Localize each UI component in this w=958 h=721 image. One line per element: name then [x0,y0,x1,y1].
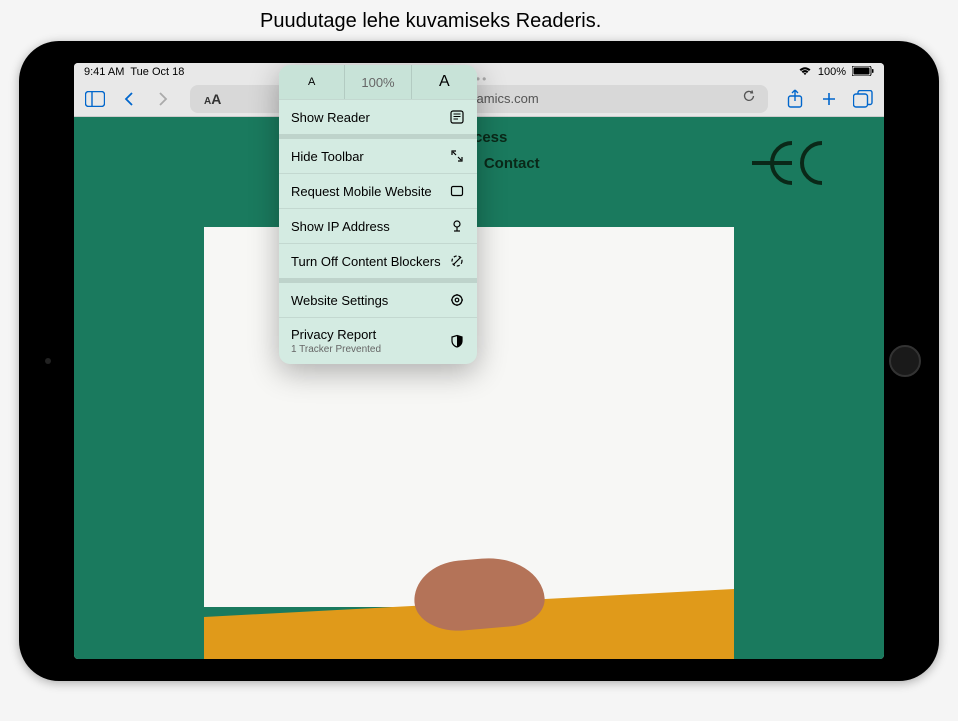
safari-toolbar: ••• AA [74,81,884,117]
page-settings-menu: A 100% A Show Reader Hide Toolbar [279,65,477,364]
battery-icon [852,66,874,79]
menu-label: Privacy Report [291,327,381,342]
new-tab-button[interactable] [816,86,842,112]
menu-label: Turn Off Content Blockers [291,254,441,269]
gear-icon [449,292,465,308]
back-button[interactable] [116,86,142,112]
menu-label: Show Reader [291,110,370,125]
home-button[interactable] [889,345,921,377]
screen: 9:41 AM Tue Oct 18 100% ••• [74,63,884,659]
menu-request-mobile[interactable]: Request Mobile Website [279,173,477,208]
zoom-level: 100% [345,65,411,99]
aa-large-icon: A [211,91,221,107]
menu-show-reader[interactable]: Show Reader [279,99,477,134]
menu-website-settings[interactable]: Website Settings [279,278,477,317]
page-settings-button[interactable]: AA [198,91,227,107]
location-icon [449,218,465,234]
menu-privacy-report[interactable]: Privacy Report 1 Tracker Prevented [279,317,477,364]
tabs-button[interactable] [850,86,876,112]
status-time: 9:41 AM [84,66,124,78]
sidebar-button[interactable] [82,86,108,112]
shield-icon [449,333,465,349]
aa-small-icon: A [204,96,211,107]
small-a-icon: A [308,76,315,88]
large-a-icon: A [439,73,450,91]
status-date: Tue Oct 18 [130,66,184,78]
mobile-icon [449,183,465,199]
menu-label: Website Settings [291,293,388,308]
web-content: cess Shop Contact [74,117,884,659]
forward-button [150,86,176,112]
zoom-in-button[interactable]: A [412,65,477,99]
site-logo[interactable] [744,135,834,196]
menu-show-ip[interactable]: Show IP Address [279,208,477,243]
callout-text: Puudutage lehe kuvamiseks Readeris. [40,10,601,33]
reader-icon [449,109,465,125]
battery-pct: 100% [818,66,846,78]
menu-label: Show IP Address [291,219,390,234]
nav-link-process-partial[interactable]: cess [474,129,507,146]
share-button[interactable] [782,86,808,112]
ipad-device-frame: 9:41 AM Tue Oct 18 100% ••• [19,41,939,681]
menu-turn-off-blockers[interactable]: Turn Off Content Blockers [279,243,477,278]
reload-button[interactable] [738,89,760,108]
blocker-off-icon [449,253,465,269]
front-camera [45,358,51,364]
zoom-out-button[interactable]: A [279,65,345,99]
menu-hide-toolbar[interactable]: Hide Toolbar [279,134,477,173]
menu-label: Hide Toolbar [291,149,364,164]
expand-icon [449,148,465,164]
wifi-icon [798,66,812,79]
privacy-sub: 1 Tracker Prevented [291,344,381,355]
nav-link-contact[interactable]: Contact [484,155,540,172]
menu-label: Request Mobile Website [291,184,432,199]
address-bar[interactable]: AA eraceramics.com [190,85,768,113]
